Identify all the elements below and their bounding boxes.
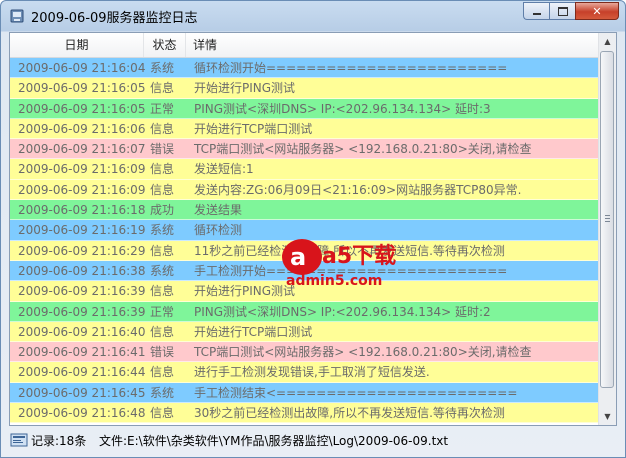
column-header: 日期 状态 详情: [10, 33, 600, 58]
cell-status: 错误: [150, 142, 175, 157]
cell-date: 2009-06-09 21:16:39: [18, 304, 146, 319]
cell-status: 信息: [150, 81, 175, 96]
cell-detail: 发送内容:ZG:06月09日<21:16:09>网站服务器TCP80异常.: [194, 182, 522, 197]
table-row[interactable]: 2009-06-09 21:16:44 信息 进行手工检测发现错误,手工取消了短信发…: [10, 362, 600, 383]
cell-detail: 发送结果: [194, 203, 243, 218]
table-row[interactable]: 2009-06-09 21:16:07 错误 TCP端口测试<网站服务器> <192…: [10, 139, 600, 160]
scroll-thumb[interactable]: [600, 51, 614, 388]
cell-detail: 30秒之前已经检测出故障,所以不再发送短信.等待再次检测: [194, 406, 505, 421]
cell-date: 2009-06-09 21:16:06: [18, 121, 146, 136]
app-icon: [10, 9, 24, 23]
log-list[interactable]: 日期 状态 详情 2009-06-09 21:16:04 系统 循环检测开始====…: [9, 32, 617, 426]
cell-detail: 发送短信:1: [194, 162, 254, 177]
cell-date: 2009-06-09 21:16:44: [18, 365, 146, 380]
table-row[interactable]: 2009-06-09 21:16:09 信息 发送短信:1: [10, 159, 600, 180]
cell-date: 2009-06-09 21:16:05: [18, 81, 146, 96]
table-row[interactable]: 2009-06-09 21:16:40 信息 开始进行TCP端口测试: [10, 321, 600, 343]
thumb-grip: [605, 221, 610, 222]
cell-status: 正常: [150, 304, 175, 319]
cell-detail: PING测试<深圳DNS> IP:<202.96.134.134> 延时:2: [194, 304, 491, 319]
cell-status: 信息: [150, 162, 175, 177]
cell-detail: 开始进行TCP端口测试: [194, 324, 313, 339]
cell-detail: TCP端口测试<网站服务器> <192.168.0.21:80>关闭,请检查: [194, 345, 532, 360]
cell-status: 系统: [150, 385, 175, 400]
cell-detail: 手工检测结束<========================: [194, 385, 518, 400]
close-icon: ✕: [592, 4, 602, 18]
cell-detail: TCP端口测试<网站服务器> <192.168.0.21:80>关闭,请检查: [194, 142, 532, 157]
status-bar: 记录:18条 文件:E:\软件\杂类软件\YM作品\服务器监控\Log\2009…: [1, 428, 625, 457]
cell-date: 2009-06-09 21:16:40: [18, 324, 146, 339]
app-window: 2009-06-09服务器监控日志 ✕ 日期 状态 详情 2009-06-09 …: [0, 0, 626, 458]
cell-status: 系统: [150, 263, 175, 278]
cell-date: 2009-06-09 21:16:29: [18, 243, 146, 258]
cell-status: 信息: [150, 243, 175, 258]
cell-detail: 开始进行TCP端口测试: [194, 121, 313, 136]
cell-status: 信息: [150, 121, 175, 136]
window-title: 2009-06-09服务器监控日志: [31, 11, 198, 26]
cell-status: 成功: [150, 203, 175, 218]
file-path: 文件:E:\软件\杂类软件\YM作品\服务器监控\Log\2009-06-09.…: [99, 434, 449, 448]
cell-detail: PING测试<深圳DNS> IP:<202.96.134.134> 延时:3: [194, 101, 491, 116]
table-row[interactable]: 2009-06-09 21:16:41 错误 TCP端口测试<网站服务器> <192…: [10, 342, 600, 363]
minimize-icon: [532, 13, 541, 15]
minimize-button[interactable]: [523, 2, 549, 20]
cell-date: 2009-06-09 21:16:41: [18, 345, 146, 360]
cell-status: 信息: [150, 182, 175, 197]
record-count: 记录:18条: [31, 434, 87, 448]
cell-status: 信息: [150, 365, 175, 380]
cell-detail: 进行手工检测发现错误,手工取消了短信发送.: [194, 365, 430, 380]
watermark-logo: a a5下载 admin5.com: [282, 239, 396, 289]
vertical-scrollbar[interactable]: ▲ ▼: [598, 33, 616, 425]
cell-date: 2009-06-09 21:16:18: [18, 203, 146, 218]
thumb-grip: [605, 215, 610, 216]
cell-detail: 开始进行PING测试: [194, 81, 296, 96]
cell-status: 信息: [150, 324, 175, 339]
cell-date: 2009-06-09 21:16:04: [18, 61, 146, 75]
table-row[interactable]: 2009-06-09 21:16:18 成功 发送结果: [10, 200, 600, 221]
cell-status: 信息: [150, 406, 175, 421]
table-row[interactable]: 2009-06-09 21:16:09 信息 发送内容:ZG:06月09日<21:1…: [10, 179, 600, 201]
cell-detail: 循环检测: [194, 223, 243, 238]
maximize-button[interactable]: [549, 2, 575, 20]
cell-date: 2009-06-09 21:16:07: [18, 142, 146, 157]
cell-status: 错误: [150, 345, 175, 360]
caption-buttons: ✕: [523, 2, 619, 20]
svg-text:a: a: [290, 243, 306, 271]
table-row[interactable]: 2009-06-09 21:16:05 信息 开始进行PING测试: [10, 78, 600, 99]
scroll-down-icon: ▼: [604, 412, 611, 421]
cell-date: 2009-06-09 21:16:45: [18, 385, 146, 400]
table-row[interactable]: 2009-06-09 21:16:06 信息 开始进行TCP端口测试: [10, 118, 600, 140]
title-bar[interactable]: 2009-06-09服务器监控日志 ✕: [1, 1, 625, 31]
cell-status: 正常: [150, 101, 175, 116]
scroll-down-button[interactable]: ▼: [599, 408, 616, 425]
table-row[interactable]: 2009-06-09 21:16:39 正常 PING测试<深圳DNS> IP:<2…: [10, 301, 600, 322]
maximize-icon: [557, 6, 568, 16]
cell-detail: 循环检测开始========================: [194, 61, 508, 75]
column-header-status[interactable]: 状态: [144, 33, 186, 57]
cell-date: 2009-06-09 21:16:09: [18, 162, 146, 177]
table-row[interactable]: 2009-06-09 21:16:48 信息 30秒之前已经检测出故障,所以不再发送…: [10, 403, 600, 424]
cell-status: 系统: [150, 61, 175, 75]
watermark-url: admin5.com: [286, 273, 382, 289]
cell-date: 2009-06-09 21:16:39: [18, 284, 146, 299]
table-row[interactable]: 2009-06-09 21:16:04 系统 循环检测开始=============…: [10, 58, 600, 79]
table-row[interactable]: 2009-06-09 21:16:05 正常 PING测试<深圳DNS> IP:<2…: [10, 98, 600, 119]
close-button[interactable]: ✕: [575, 2, 619, 20]
log-icon: [10, 433, 28, 447]
cell-date: 2009-06-09 21:16:09: [18, 182, 146, 197]
column-header-date[interactable]: 日期: [10, 33, 144, 57]
thumb-grip: [605, 218, 610, 219]
table-row[interactable]: 2009-06-09 21:16:45 系统 手工检测结束<============…: [10, 382, 600, 404]
cell-status: 信息: [150, 284, 175, 299]
cell-status: 系统: [150, 223, 175, 238]
cell-date: 2009-06-09 21:16:19: [18, 223, 146, 238]
scroll-up-icon: ▲: [604, 37, 611, 46]
cell-date: 2009-06-09 21:16:05: [18, 101, 146, 116]
watermark-logo-text: a5下载: [322, 243, 396, 269]
scroll-up-button[interactable]: ▲: [599, 33, 616, 50]
column-header-detail[interactable]: 详情: [186, 33, 600, 57]
cell-date: 2009-06-09 21:16:38: [18, 263, 146, 278]
cell-date: 2009-06-09 21:16:48: [18, 406, 146, 421]
